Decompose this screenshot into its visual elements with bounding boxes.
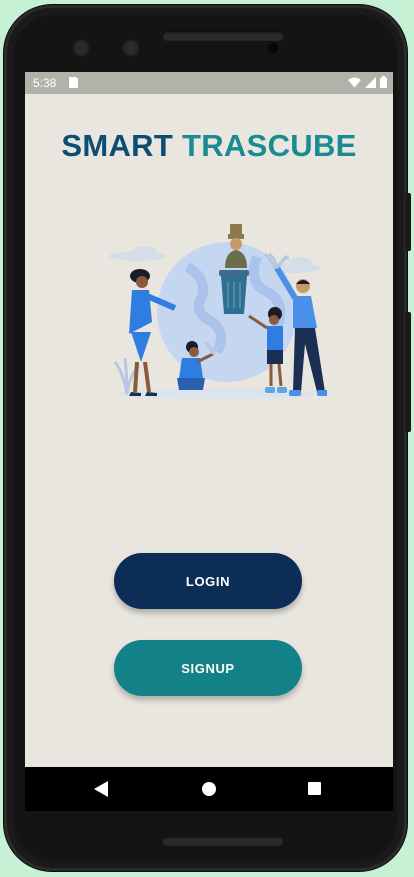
recycling-family-illustration (109, 224, 327, 399)
front-sensor (122, 39, 140, 57)
signal-icon (365, 76, 376, 88)
app-screen: 5:38 SMART TRASCUBE LOGIN SIGNUP (25, 72, 393, 767)
volume-button (405, 312, 411, 432)
login-button[interactable]: LOGIN (114, 553, 302, 609)
power-button (405, 193, 411, 251)
status-icons (348, 76, 387, 88)
navigation-bar (25, 767, 393, 811)
app-title: SMART TRASCUBE (25, 128, 393, 164)
battery-icon (380, 76, 387, 88)
sd-card-icon (69, 77, 78, 88)
back-icon[interactable] (94, 781, 108, 797)
wifi-icon (348, 77, 361, 87)
front-camera (72, 39, 90, 57)
status-bar: 5:38 (25, 72, 393, 94)
app-title-smart: SMART (61, 128, 174, 163)
proximity-sensor (268, 43, 278, 53)
top-speaker (162, 31, 284, 41)
recent-apps-icon[interactable] (308, 782, 321, 795)
app-title-trascube: TRASCUBE (182, 128, 357, 163)
status-time: 5:38 (33, 76, 57, 90)
home-icon[interactable] (202, 782, 216, 796)
signup-button[interactable]: SIGNUP (114, 640, 302, 696)
bottom-speaker (162, 836, 284, 846)
